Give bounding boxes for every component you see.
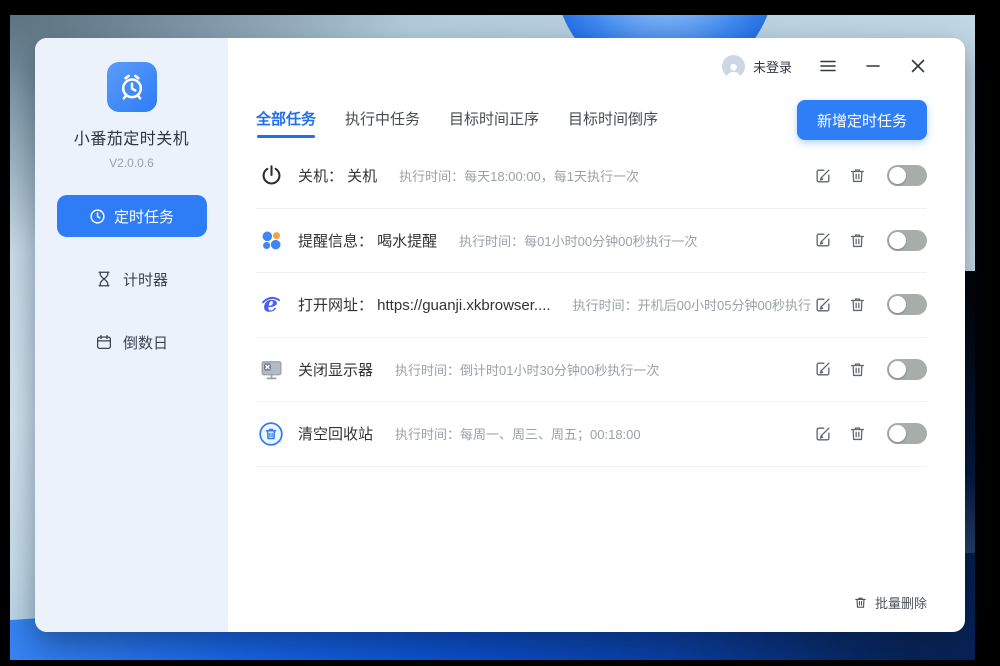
task-title: 提醒信息： 喝水提醒 bbox=[298, 230, 437, 251]
task-enabled-toggle[interactable] bbox=[887, 294, 927, 315]
task-actions bbox=[813, 165, 927, 186]
sidebar-nav: 定时任务 计时器 倒数日 bbox=[35, 195, 228, 384]
task-schedule: 执行时间：倒计时01小时30分钟00秒执行一次 bbox=[395, 360, 659, 379]
task-title: 清空回收站 bbox=[298, 423, 373, 444]
edit-task-button[interactable] bbox=[813, 295, 833, 315]
app-version: V2.0.0.6 bbox=[109, 156, 154, 170]
edit-icon bbox=[813, 230, 833, 250]
sidebar-item-label: 倒数日 bbox=[123, 332, 168, 353]
desktop: 小番茄定时关机 V2.0.0.6 定时任务 计时器 bbox=[0, 0, 1000, 666]
delete-task-button[interactable] bbox=[848, 424, 867, 443]
task-enabled-toggle[interactable] bbox=[887, 359, 927, 380]
task-actions bbox=[813, 359, 927, 380]
task-row: e 打开网址： https://guanji.xkbrowser.... 执行时… bbox=[256, 273, 927, 338]
edit-icon bbox=[813, 166, 833, 186]
delete-task-button[interactable] bbox=[848, 166, 867, 185]
close-icon bbox=[911, 59, 925, 73]
trash-icon bbox=[848, 295, 867, 314]
sidebar-item-label: 计时器 bbox=[123, 269, 168, 290]
menu-button[interactable] bbox=[819, 57, 837, 75]
trash-icon bbox=[853, 595, 868, 610]
task-title: 关闭显示器 bbox=[298, 359, 373, 380]
monitor-off-icon bbox=[259, 357, 284, 382]
power-icon bbox=[259, 163, 284, 188]
toolbar: 全部任务 执行中任务 目标时间正序 目标时间倒序 新增定时任务 bbox=[256, 99, 927, 141]
task-enabled-toggle[interactable] bbox=[887, 423, 927, 444]
task-schedule: 执行时间：每天18:00:00，每1天执行一次 bbox=[399, 166, 639, 185]
browser-icon: e bbox=[258, 292, 284, 318]
hourglass-icon bbox=[95, 270, 113, 288]
sidebar-item-countdown-days[interactable]: 倒数日 bbox=[95, 321, 168, 363]
minimize-button[interactable] bbox=[864, 57, 882, 75]
tab-target-time-asc[interactable]: 目标时间正序 bbox=[449, 102, 539, 138]
main-panel: 未登录 全部任 bbox=[228, 38, 965, 632]
calendar-icon bbox=[95, 333, 113, 351]
batch-delete-button[interactable]: 批量删除 bbox=[853, 593, 927, 612]
trash-icon bbox=[848, 424, 867, 443]
task-row: 提醒信息： 喝水提醒 执行时间：每01小时00分钟00秒执行一次 bbox=[256, 209, 927, 274]
clock-icon bbox=[89, 208, 106, 225]
task-title: 打开网址： https://guanji.xkbrowser.... bbox=[298, 294, 551, 315]
svg-text:e: e bbox=[263, 292, 277, 318]
app-window: 小番茄定时关机 V2.0.0.6 定时任务 计时器 bbox=[35, 38, 965, 632]
task-actions bbox=[813, 423, 927, 444]
task-actions bbox=[813, 230, 927, 251]
tab-target-time-desc[interactable]: 目标时间倒序 bbox=[568, 102, 658, 138]
task-tabs: 全部任务 执行中任务 目标时间正序 目标时间倒序 bbox=[256, 102, 658, 138]
trash-icon bbox=[848, 360, 867, 379]
task-actions bbox=[813, 294, 927, 315]
reminder-icon bbox=[259, 228, 284, 253]
alarm-clock-icon bbox=[116, 71, 148, 103]
titlebar: 未登录 bbox=[256, 53, 927, 79]
hamburger-icon bbox=[820, 60, 836, 72]
edit-icon bbox=[813, 424, 833, 444]
trash-icon bbox=[848, 166, 867, 185]
login-status[interactable]: 未登录 bbox=[753, 57, 792, 76]
edit-task-button[interactable] bbox=[813, 230, 833, 250]
add-task-button[interactable]: 新增定时任务 bbox=[797, 100, 927, 140]
sidebar-item-timed-tasks[interactable]: 定时任务 bbox=[57, 195, 207, 237]
sidebar: 小番茄定时关机 V2.0.0.6 定时任务 计时器 bbox=[35, 38, 228, 632]
edit-icon bbox=[813, 359, 833, 379]
minimize-icon bbox=[866, 64, 880, 68]
sidebar-item-timer[interactable]: 计时器 bbox=[95, 258, 168, 300]
user-icon bbox=[724, 61, 743, 78]
task-schedule: 执行时间：每01小时00分钟00秒执行一次 bbox=[459, 231, 697, 250]
edit-task-button[interactable] bbox=[813, 424, 833, 444]
task-enabled-toggle[interactable] bbox=[887, 165, 927, 186]
delete-task-button[interactable] bbox=[848, 295, 867, 314]
task-row: 关闭显示器 执行时间：倒计时01小时30分钟00秒执行一次 bbox=[256, 338, 927, 403]
task-row: 关机： 关机 执行时间：每天18:00:00，每1天执行一次 bbox=[256, 144, 927, 209]
delete-task-button[interactable] bbox=[848, 360, 867, 379]
task-enabled-toggle[interactable] bbox=[887, 230, 927, 251]
sidebar-item-label: 定时任务 bbox=[114, 206, 174, 227]
edit-task-button[interactable] bbox=[813, 166, 833, 186]
trash-icon bbox=[848, 231, 867, 250]
tab-all-tasks[interactable]: 全部任务 bbox=[256, 102, 316, 138]
edit-icon bbox=[813, 295, 833, 315]
task-row: 清空回收站 执行时间：每周一、周三、周五；00:18:00 bbox=[256, 402, 927, 467]
task-list: 关机： 关机 执行时间：每天18:00:00，每1天执行一次 bbox=[256, 144, 927, 467]
task-schedule: 执行时间：每周一、周三、周五；00:18:00 bbox=[395, 424, 641, 443]
batch-delete-label: 批量删除 bbox=[875, 593, 927, 612]
app-logo bbox=[107, 62, 157, 112]
recycle-bin-icon bbox=[258, 421, 284, 447]
avatar[interactable] bbox=[722, 55, 745, 78]
app-name: 小番茄定时关机 bbox=[74, 125, 190, 149]
task-title: 关机： 关机 bbox=[298, 165, 377, 186]
task-schedule: 执行时间：开机后00小时05分钟00秒执行 bbox=[573, 295, 811, 314]
edit-task-button[interactable] bbox=[813, 359, 833, 379]
delete-task-button[interactable] bbox=[848, 231, 867, 250]
close-button[interactable] bbox=[909, 57, 927, 75]
tab-running-tasks[interactable]: 执行中任务 bbox=[345, 102, 420, 138]
